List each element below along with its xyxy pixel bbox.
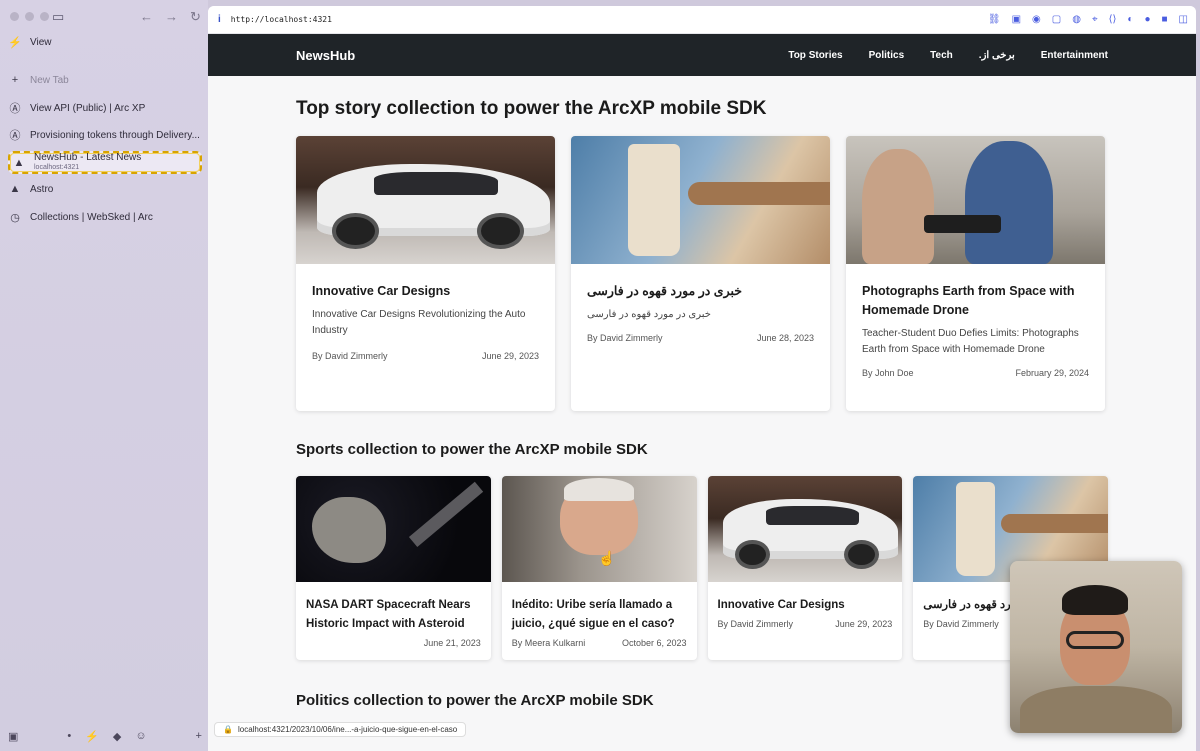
site-header: NewsHub Top Stories Politics Tech .برخی … [208,34,1196,76]
sports-grid: NASA DART Spacecraft Nears Historic Impa… [296,476,1108,660]
story-description: Teacher-Student Duo Defies Limits: Photo… [862,328,1079,355]
story-title[interactable]: Inédito: Uribe sería llamado a juicio, ¿… [512,596,687,634]
story-title[interactable]: Innovative Car Designs [718,596,893,615]
story-image-coffee [571,136,830,264]
sports-section-title: Sports collection to power the ArcXP mob… [296,441,648,458]
forward-icon[interactable]: → [165,9,178,25]
link-icon[interactable]: ⛓ [988,14,1001,25]
story-description: Innovative Car Designs Revolutionizing t… [312,309,526,336]
top-story-grid: Innovative Car Designs Innovative Car De… [296,136,1108,411]
story-date: June 21, 2023 [423,638,481,648]
avatar-icon[interactable]: ● [1144,14,1150,25]
story-date: June 29, 2023 [481,351,539,361]
story-description: خبری در مورد قهوه در فارسی [587,309,711,320]
sidebar-item-view[interactable]: ⚡ View [8,31,202,53]
plus-icon: + [11,74,19,86]
url-text[interactable]: http://localhost:4321 [231,15,988,24]
split-view-icon[interactable]: ◫ [1179,14,1188,25]
nav-tech[interactable]: Tech [930,50,953,61]
extension-icon[interactable]: ◐ [1127,14,1133,25]
sidebar-item-astro[interactable]: ▲ Astro [8,178,202,200]
arc-icon: Ⓐ [9,103,21,115]
arc-icon: Ⓐ [9,130,21,142]
story-title[interactable]: خبری در مورد قهوه در فارسی [587,282,814,301]
sidebar-toggle-icon[interactable]: ▭ [52,9,64,25]
politics-section-title: Politics collection to power the ArcXP m… [296,692,654,709]
archive-icon[interactable]: ▣ [8,730,18,743]
story-date: June 28, 2023 [756,333,814,343]
story-image-asteroid [296,476,491,582]
add-space-icon[interactable]: + [196,730,202,743]
nav-top-stories[interactable]: Top Stories [788,50,842,61]
sidebar-item-provisioning[interactable]: Ⓐ Provisioning tokens through Delivery..… [8,124,202,146]
puzzle-icon[interactable]: ■ [1162,14,1168,25]
top-section-title: Top story collection to power the ArcXP … [296,98,767,119]
story-card[interactable]: Inédito: Uribe sería llamado a juicio, ¿… [501,476,697,660]
sidebar-item-collections[interactable]: ◷ Collections | WebSked | Arc [8,206,202,228]
story-card[interactable]: NASA DART Spacecraft Nears Historic Impa… [296,476,491,660]
story-author: By Meera Kulkarni [511,638,586,648]
capture-icon[interactable]: ▣ [1012,14,1021,25]
sidebar-item-new-tab[interactable]: + New Tab [8,69,202,91]
window-icon[interactable]: ▢ [1052,14,1061,25]
story-title[interactable]: Photographs Earth from Space with Homema… [862,282,1089,320]
link-status-bar: 🔒 localhost:4321/2023/10/06/ine...-a-jui… [214,722,467,737]
webcam-overlay [1010,561,1182,733]
site-nav: Top Stories Politics Tech .برخی از Enter… [762,50,1108,61]
story-author: By David Zimmerly [312,351,388,361]
target-icon[interactable]: ⌖ [1092,14,1098,25]
camera-icon[interactable]: ◉ [1032,14,1041,25]
story-date: June 29, 2023 [835,619,893,629]
story-card[interactable]: Innovative Car Designs By David Zimmerly… [707,476,903,660]
bolt-icon: ⚡ [8,36,22,49]
code-icon[interactable]: ⟨⟩ [1109,14,1117,25]
story-card[interactable]: Innovative Car Designs Innovative Car De… [296,136,555,411]
bolt-icon[interactable]: ⚡ [85,730,99,743]
story-date: October 6, 2023 [621,638,687,648]
back-icon[interactable]: ← [140,9,153,25]
story-author: By David Zimmerly [923,619,999,629]
site-logo[interactable]: NewsHub [296,48,355,63]
reload-icon[interactable]: ↻ [190,9,201,25]
astro-icon: ▲ [9,183,21,195]
websked-icon: ◷ [10,211,20,224]
astro-icon: ▲ [13,156,25,169]
story-card[interactable]: خبری در مورد قهوه در فارسی خبری در مورد … [571,136,830,411]
story-author: By John Doe [862,368,914,378]
story-title[interactable]: Innovative Car Designs [312,282,539,301]
sidebar-item-newshub[interactable]: ▲ NewsHub - Latest News localhost:4321 [8,151,202,174]
globe-icon[interactable]: ◍ [1072,14,1081,25]
nav-entertainment[interactable]: Entertainment [1041,50,1108,61]
story-image-drone [846,136,1105,264]
story-date: February 29, 2024 [1015,368,1089,378]
nav-politics[interactable]: Politics [869,50,905,61]
lock-icon: 🔒 [223,725,233,734]
story-author: By David Zimmerly [587,333,663,343]
space-icon[interactable]: ◆ [113,730,121,743]
dot-icon[interactable]: • [67,730,71,743]
story-title[interactable]: NASA DART Spacecraft Nears Historic Impa… [306,596,481,634]
story-card[interactable]: Photographs Earth from Space with Homema… [846,136,1105,411]
browser-sidebar: ▭ ← → ↻ ⚡ View + New Tab Ⓐ View API (Pub… [0,0,208,751]
story-author: By David Zimmerly [717,619,794,629]
url-bar[interactable]: i http://localhost:4321 ⛓ ▣ ◉ ▢ ◍ ⌖ ⟨⟩ ◐… [208,6,1196,34]
nav-persian[interactable]: .برخی از [979,50,1015,61]
story-image-car [707,476,903,582]
info-icon[interactable]: i [218,14,221,25]
sidebar-item-view-api[interactable]: Ⓐ View API (Public) | Arc XP [8,97,202,119]
story-image-car [296,136,555,264]
smile-icon[interactable]: ☺ [135,730,146,743]
pointer-cursor-icon: ☝ [598,550,616,566]
window-controls[interactable] [10,12,49,21]
